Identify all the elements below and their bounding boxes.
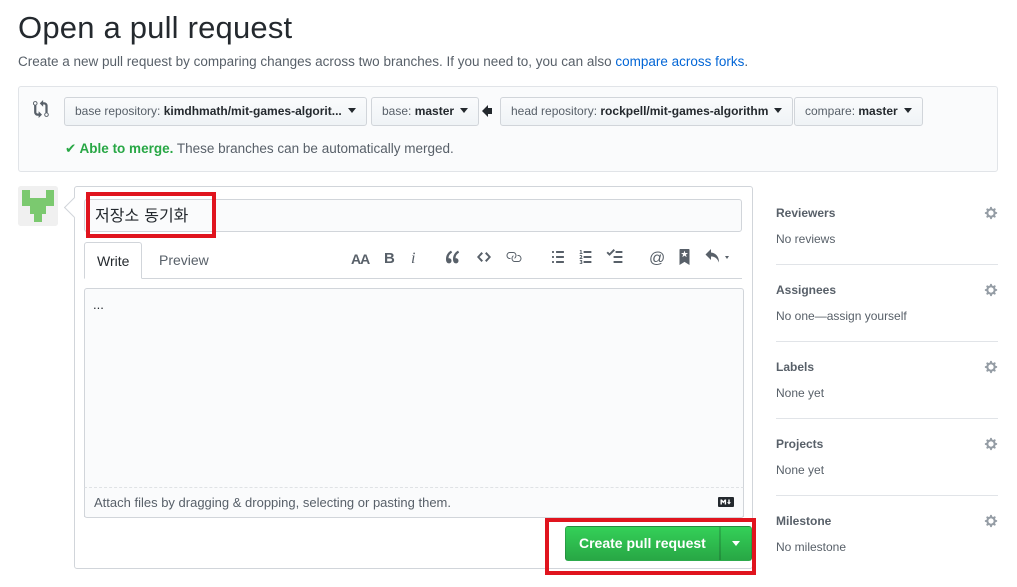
link-button[interactable] xyxy=(505,249,522,269)
tab-preview[interactable]: Preview xyxy=(147,242,221,279)
subtitle-end: . xyxy=(744,54,749,69)
chevron-down-icon xyxy=(347,108,356,113)
sidebar-reviewers-title[interactable]: Reviewers xyxy=(776,206,835,220)
tasklist-icon xyxy=(606,249,623,263)
chevron-down-icon xyxy=(903,108,912,113)
italic-button[interactable]: i xyxy=(411,249,415,269)
sidebar-milestone-title[interactable]: Milestone xyxy=(776,514,831,528)
gear-icon[interactable] xyxy=(984,437,998,451)
chevron-down-icon xyxy=(460,108,469,113)
merge-status-text: These branches can be automatically merg… xyxy=(173,141,454,156)
base-repository-select[interactable]: base repository: kimdhmath/mit-games-alg… xyxy=(64,97,367,126)
discussion-sidebar: Reviewers No reviews Assignees No one—as… xyxy=(776,188,998,573)
base-branch-value: master xyxy=(414,104,455,118)
sidebar-milestone-value: No milestone xyxy=(776,540,847,554)
reply-button[interactable] xyxy=(705,249,733,269)
base-branch-label: base: xyxy=(382,104,415,118)
branch-range-editor: base repository: kimdhmath/mit-games-alg… xyxy=(18,86,998,172)
header-text-button[interactable]: AA xyxy=(351,249,370,269)
subtitle-text: Create a new pull request by comparing c… xyxy=(18,54,616,69)
list-unordered-icon xyxy=(552,251,564,263)
compare-branch-select[interactable]: compare: master xyxy=(794,97,923,126)
list-ordered-icon xyxy=(579,250,592,264)
title-highlight-box xyxy=(86,192,216,238)
sidebar-projects-title[interactable]: Projects xyxy=(776,437,823,451)
pull-request-form: 저장소 동기화 Write Preview AA B i @ ... Attac… xyxy=(74,186,753,569)
page-subtitle: Create a new pull request by comparing c… xyxy=(18,54,748,69)
compare-branch-value: master xyxy=(858,104,898,118)
mention-button[interactable]: @ xyxy=(649,249,665,269)
head-repository-label: head repository: xyxy=(511,104,601,118)
base-repository-value: kimdhmath/mit-games-algorit... xyxy=(163,104,342,118)
head-repository-select[interactable]: head repository: rockpell/mit-games-algo… xyxy=(500,97,794,126)
gear-icon[interactable] xyxy=(984,206,998,220)
ordered-list-button[interactable] xyxy=(579,249,593,269)
tabs-divider xyxy=(84,278,742,279)
sidebar-assignees: Assignees No one—assign yourself xyxy=(776,265,998,342)
compare-branch-label: compare: xyxy=(805,104,859,118)
tab-write[interactable]: Write xyxy=(84,242,143,279)
sidebar-projects-value: None yet xyxy=(776,463,825,477)
sidebar-assignees-value[interactable]: No one—assign yourself xyxy=(776,309,907,323)
sidebar-projects: Projects None yet xyxy=(776,419,998,496)
chevron-down-icon xyxy=(774,108,783,113)
comment-body-value: ... xyxy=(93,297,104,312)
base-repository-label: base repository: xyxy=(75,104,164,118)
button-highlight-box xyxy=(545,518,756,575)
sidebar-reviewers-value: No reviews xyxy=(776,232,836,246)
head-repository-value: rockpell/mit-games-algorithm xyxy=(600,104,769,118)
sidebar-labels: Labels None yet xyxy=(776,342,998,419)
arrow-left-icon xyxy=(482,105,492,117)
attach-files-bar[interactable]: Attach files by dragging & dropping, sel… xyxy=(84,487,744,518)
comment-body-textarea[interactable]: ... xyxy=(84,288,744,517)
quote-button[interactable] xyxy=(445,249,461,269)
compare-across-forks-link[interactable]: compare across forks xyxy=(615,54,744,69)
avatar[interactable] xyxy=(18,186,58,226)
link-icon xyxy=(506,252,522,262)
bookmark-icon xyxy=(679,249,690,265)
sidebar-labels-title[interactable]: Labels xyxy=(776,360,814,374)
gear-icon[interactable] xyxy=(984,360,998,374)
git-compare-icon xyxy=(33,100,49,118)
task-list-button[interactable] xyxy=(606,249,623,269)
merge-status: ✔ Able to merge. These branches can be a… xyxy=(65,141,454,157)
bold-button[interactable]: B xyxy=(384,249,395,269)
reply-icon xyxy=(705,249,729,263)
base-branch-select[interactable]: base: master xyxy=(371,97,480,126)
markdown-icon[interactable] xyxy=(718,497,734,507)
page-title: Open a pull request xyxy=(18,10,293,45)
unordered-list-button[interactable] xyxy=(551,249,565,269)
sidebar-assignees-title[interactable]: Assignees xyxy=(776,283,836,297)
code-icon xyxy=(477,252,491,262)
code-button[interactable] xyxy=(476,249,492,269)
gear-icon[interactable] xyxy=(984,283,998,297)
attach-files-text: Attach files by dragging & dropping, sel… xyxy=(94,495,451,510)
identicon-image xyxy=(18,186,58,226)
merge-status-ok: ✔ Able to merge. xyxy=(65,141,174,156)
saved-replies-button[interactable] xyxy=(678,249,691,269)
sidebar-reviewers: Reviewers No reviews xyxy=(776,188,998,265)
sidebar-labels-value: None yet xyxy=(776,386,825,400)
gear-icon[interactable] xyxy=(984,514,998,528)
quote-icon xyxy=(446,250,460,264)
sidebar-milestone: Milestone No milestone xyxy=(776,496,998,573)
